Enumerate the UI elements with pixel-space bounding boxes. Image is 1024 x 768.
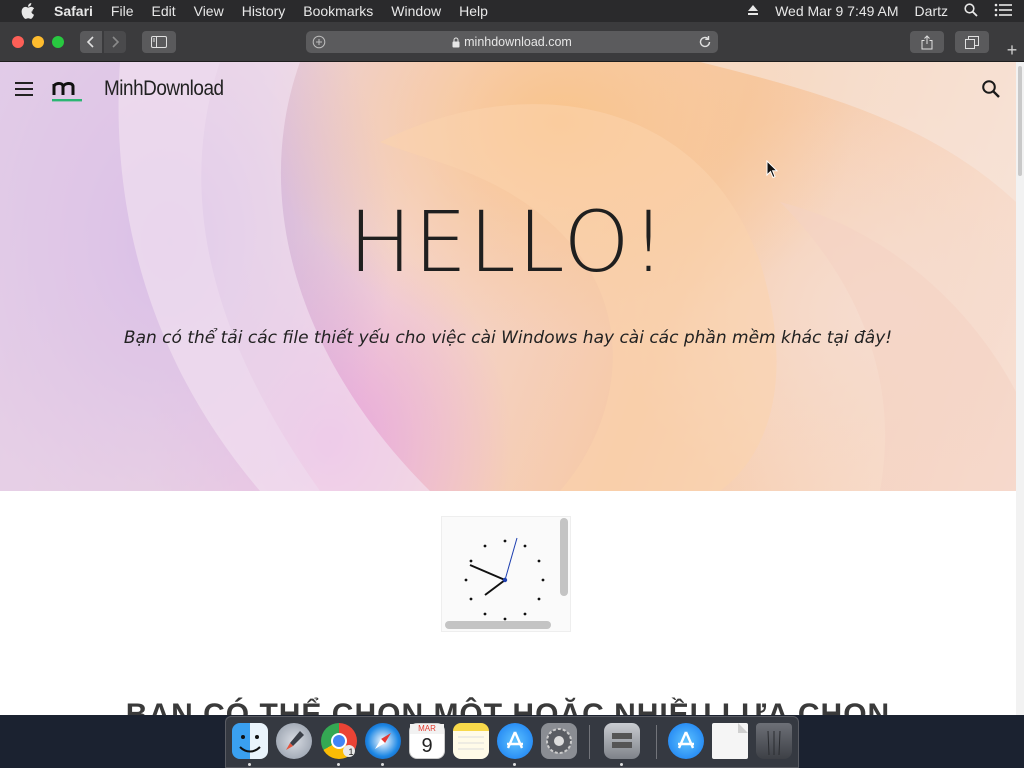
notification-center-icon[interactable] [994,3,1012,20]
menu-view[interactable]: View [194,3,224,19]
notes-icon[interactable] [453,723,489,759]
eject-icon[interactable] [747,3,759,19]
url-text: minhdownload.com [464,35,572,49]
menu-help[interactable]: Help [459,3,488,19]
safari-running-dot [381,763,384,766]
clock-horizontal-scrollbar[interactable] [445,621,551,629]
chrome-icon[interactable]: 1 [321,723,357,759]
page-scrollbar-thumb[interactable] [1018,66,1022,176]
section-heading: BẠN CÓ THỂ CHỌN MỘT HOẶC NHIỀU LỰA CHỌN [125,698,891,715]
app-store-icon[interactable] [497,723,533,759]
dock-separator [656,725,657,759]
safari-icon[interactable] [365,723,401,759]
page-scrollbar[interactable] [1016,62,1024,715]
minimize-window-button[interactable] [32,36,44,48]
forward-button[interactable] [104,31,126,53]
tab-overview-button[interactable] [955,31,989,53]
web-page: MinhDownload HELLO! Bạn có thể tải các f… [0,62,1024,715]
zoom-window-button[interactable] [52,36,64,48]
clock-text[interactable]: Wed Mar 9 7:49 AM [775,3,898,19]
address-bar[interactable]: minhdownload.com [306,31,718,53]
mouse-cursor-icon [766,159,779,184]
launchpad-icon[interactable] [276,723,312,759]
site-brand[interactable]: MinhDownload [104,77,224,101]
share-button[interactable] [910,31,944,53]
hero-banner: MinhDownload HELLO! Bạn có thể tải các f… [0,62,1016,491]
sidebar-toggle-button[interactable] [142,31,176,53]
app-store-folder-icon[interactable] [668,723,704,759]
disk-utility-running-dot [620,763,623,766]
menu-window[interactable]: Window [391,3,441,19]
sidebar-icon [151,36,167,48]
hero-subtitle: Bạn có thể tải các file thiết yếu cho vi… [123,328,893,348]
hamburger-menu-icon[interactable] [15,82,33,96]
back-button[interactable] [80,31,102,53]
document-icon[interactable] [712,723,748,759]
browser-toolbar: minhdownload.com + [0,22,1024,62]
share-icon [921,34,933,49]
reload-icon[interactable] [698,35,712,52]
finder-icon[interactable] [232,723,268,759]
user-name[interactable]: Dartz [915,3,948,19]
menu-edit[interactable]: Edit [151,3,175,19]
menu-safari[interactable]: Safari [54,3,93,19]
clock-widget [441,516,571,632]
apple-icon[interactable] [19,3,37,19]
dock: 1 MAR 9 [225,716,799,768]
search-icon[interactable] [981,79,1001,104]
analog-clock-icon [464,537,545,621]
calendar-day: 9 [421,735,433,757]
menu-bookmarks[interactable]: Bookmarks [303,3,373,19]
finder-running-dot [248,763,251,766]
system-preferences-icon[interactable] [541,723,577,759]
menu-file[interactable]: File [111,3,134,19]
site-header: MinhDownload [0,62,1016,118]
menu-bar: Safari File Edit View History Bookmarks … [0,0,1024,22]
trash-icon[interactable] [756,723,792,759]
new-tab-button[interactable]: + [1000,38,1024,62]
spotlight-icon[interactable] [964,2,978,20]
close-window-button[interactable] [12,36,24,48]
tabs-icon [965,35,979,49]
chevron-right-icon [112,36,120,48]
dock-separator [589,725,590,759]
hero-title: HELLO! [348,193,668,291]
disk-utility-icon[interactable] [604,723,640,759]
calendar-month: MAR [410,724,444,734]
calendar-icon[interactable]: MAR 9 [409,723,445,759]
clock-vertical-scrollbar[interactable] [560,518,568,596]
chrome-badge: 1 [348,747,354,757]
menu-history[interactable]: History [242,3,286,19]
add-bookmark-icon[interactable] [312,35,326,52]
site-logo[interactable] [52,76,86,109]
lock-icon [452,37,460,48]
app-store-running-dot [513,763,516,766]
chrome-running-dot [337,763,340,766]
chevron-left-icon [86,36,94,48]
